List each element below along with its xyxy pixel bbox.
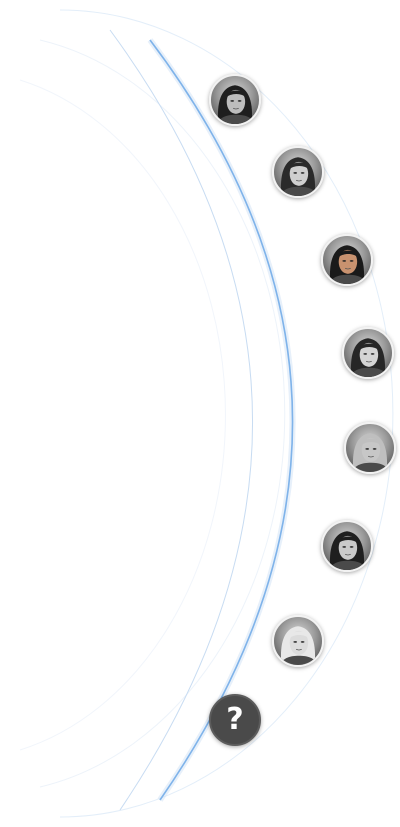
timeline-arc [19,9,394,818]
arc-ring-inner [39,39,286,788]
character-avatar-7[interactable] [272,615,324,667]
arc-ring-innermost [19,79,226,751]
character-avatar-6[interactable] [321,520,373,572]
dark-haired-female-portrait [279,157,319,196]
character-avatar-3[interactable] [321,234,373,286]
colored-male-warrior-portrait [328,245,368,284]
dark-haired-male-portrait [216,85,256,124]
locked-character-avatar[interactable]: ? [209,694,261,746]
female-with-earring-portrait [349,338,389,377]
white-haired-monk-portrait [351,433,391,472]
character-avatar-2[interactable] [272,146,324,198]
arc-secondary-line [109,29,253,811]
dark-haired-female-warrior-portrait [328,531,368,570]
white-haired-female-portrait [279,626,319,665]
character-timeline: ? [0,0,400,827]
character-avatar-1[interactable] [209,74,261,126]
question-mark-icon: ? [226,702,244,737]
character-avatar-5[interactable] [344,422,396,474]
arc-glow [147,38,296,802]
character-avatar-4[interactable] [342,327,394,379]
